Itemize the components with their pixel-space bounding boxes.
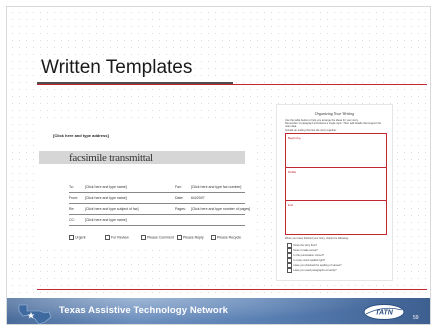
footer-banner: Texas Assistive Technology Network TATN — [7, 298, 430, 324]
page-number: 59 — [413, 315, 419, 321]
fax-check-label: Urgent — [75, 235, 86, 240]
fax-row-left-label: Re: — [69, 207, 75, 211]
fax-row-right-value: [Click here and type number of pages] — [191, 207, 251, 211]
fax-heading: facsimile transmittal — [69, 152, 153, 164]
fax-row-left-label: From: — [69, 196, 79, 200]
slide: Written Templates [Click here and type a… — [6, 6, 431, 325]
organizer-instruction: Include an ending that ties the story to… — [285, 128, 337, 132]
fax-row-left-label: CC: — [69, 218, 76, 222]
organizer-instructions: Use the table below to help you arrange … — [285, 119, 385, 132]
organizer-title: Organizing Your Writing — [314, 111, 355, 116]
organizer-section-label: End — [288, 203, 293, 207]
organizer-divider — [286, 200, 386, 201]
fax-check-item: Please Reply — [177, 235, 204, 240]
fax-check-label: Please Comment — [147, 235, 174, 240]
organizer-section-label: Middle — [288, 170, 297, 174]
fax-rule — [69, 203, 245, 204]
fax-rule — [69, 192, 245, 193]
checkbox-icon — [211, 235, 216, 240]
tatn-logo-icon: TATN — [363, 304, 405, 320]
fax-rule — [69, 225, 245, 226]
fax-check-item: For Review — [105, 235, 129, 240]
organizer-check-label: Does it make sense? — [293, 248, 318, 252]
fax-row-left-label: To: — [69, 185, 74, 189]
fax-row-left-value: [Click here and type name] — [85, 196, 127, 200]
checkbox-icon — [141, 235, 146, 240]
checkbox-icon — [287, 263, 292, 268]
fax-check-item: Urgent — [69, 235, 86, 240]
checkbox-icon — [287, 268, 292, 273]
fax-row-right-label: Fax: — [175, 185, 182, 189]
checkbox-icon — [177, 235, 182, 240]
fax-row-left-value: [Click here and type subject of fax] — [85, 207, 139, 211]
fax-row-right-label: Pages: — [175, 207, 186, 211]
fax-sender-placeholder: [Click here and type address] — [53, 133, 109, 138]
checkbox-icon — [287, 243, 292, 248]
organizer-check-item: Have you checked the spelling of names? — [287, 263, 342, 268]
checkbox-icon — [287, 248, 292, 253]
organizer-check-item: Is the punctuation correct? — [287, 253, 324, 258]
fax-template-image: [Click here and type address] facsimile … — [39, 123, 251, 245]
organizer-checklist-heading: When you have finished your story, check… — [285, 237, 349, 240]
organizer-check-label: Have you used paragraphs correctly? — [293, 268, 337, 272]
fax-row-right-value: [Click here and type fax number] — [191, 185, 242, 189]
organizer-check-label: Does the story flow? — [293, 243, 318, 247]
organizer-check-label: Is every word spelled right? — [293, 258, 326, 262]
checkbox-icon — [69, 235, 74, 240]
checkbox-icon — [287, 258, 292, 263]
checkbox-icon — [287, 253, 292, 258]
fax-row-left-value: [Click here and type name] — [85, 218, 127, 222]
organizer-check-item: Does it make sense? — [287, 248, 318, 253]
texas-map-icon — [18, 304, 52, 324]
fax-checkbox-row: Urgent For Review Please Comment Please … — [69, 235, 249, 241]
fax-check-label: Please Recycle — [217, 235, 242, 240]
fax-check-item: Please Recycle — [211, 235, 241, 240]
organizer-check-label: Have you checked the spelling of names? — [293, 263, 342, 267]
slide-title: Written Templates — [41, 57, 193, 78]
organizer-divider — [286, 167, 386, 168]
organizer-section-label: Beginning — [288, 136, 301, 140]
tatn-logo-text: TATN — [375, 310, 394, 317]
fax-check-item: Please Comment — [141, 235, 174, 240]
writing-organizer-image: Organizing Your Writing Use the table be… — [276, 104, 393, 281]
checkbox-icon — [105, 235, 110, 240]
fax-row-left-value: [Click here and type name] — [85, 185, 127, 189]
fax-check-label: For Review — [111, 235, 129, 240]
title-rule — [37, 84, 427, 85]
footer-network-name: Texas Assistive Technology Network — [59, 305, 229, 316]
fax-row-right-label: Date: — [175, 196, 184, 200]
fax-row-right-value: 6/4/2007 — [191, 196, 205, 200]
organizer-check-label: Is the punctuation correct? — [293, 253, 325, 257]
organizer-check-item: Is every word spelled right? — [287, 258, 325, 263]
bottom-rule — [37, 289, 427, 290]
organizer-check-item: Have you used paragraphs correctly? — [287, 268, 337, 273]
organizer-grid: Beginning Middle End — [285, 133, 387, 235]
fax-rule — [69, 214, 245, 215]
organizer-check-item: Does the story flow? — [287, 243, 317, 248]
fax-check-label: Please Reply — [183, 235, 204, 240]
